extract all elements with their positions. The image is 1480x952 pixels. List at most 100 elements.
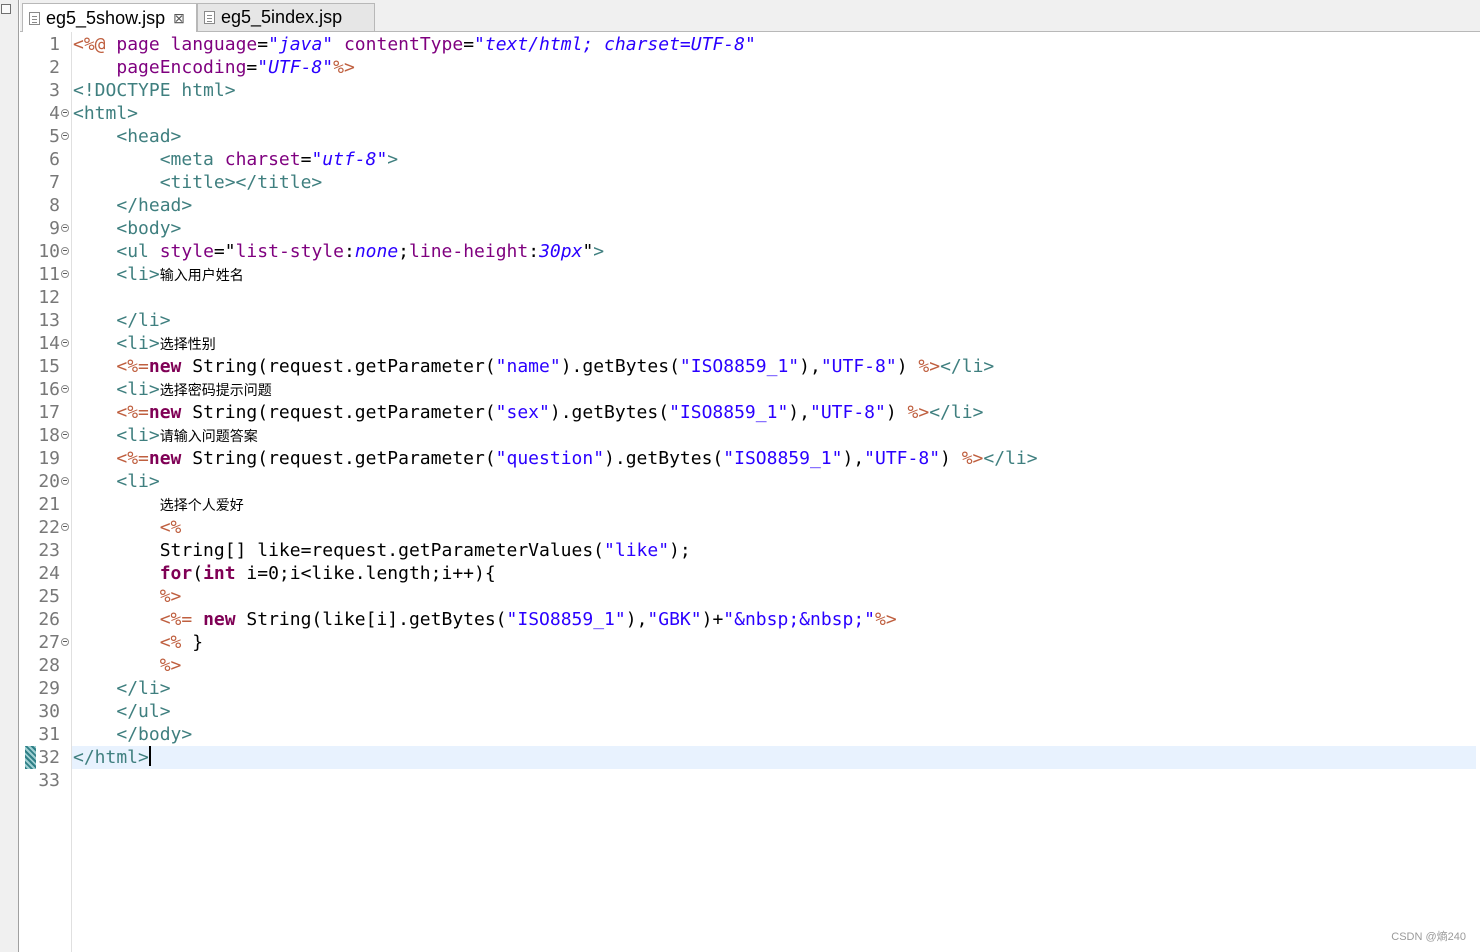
fold-toggle-icon[interactable]	[61, 270, 69, 278]
fold-toggle-icon[interactable]	[61, 109, 69, 117]
code-token-jstr: "sex"	[495, 402, 550, 423]
line-number: 8	[49, 195, 60, 216]
line-number: 1	[49, 34, 60, 55]
code-token-cn: 选择性别	[159, 337, 216, 353]
fold-toggle-icon[interactable]	[61, 224, 69, 232]
code-text: %>	[73, 654, 182, 677]
code-text: <%	[73, 516, 182, 539]
code-token-jstr: "question"	[495, 448, 605, 469]
line-number: 15	[38, 356, 60, 377]
code-token-plain: ).getBytes(	[604, 448, 724, 469]
code-token-jsp: <%=	[159, 609, 193, 630]
line-number: 12	[38, 287, 60, 308]
code-token-plain: String(request.getParameter(	[181, 448, 496, 469]
line-number: 9	[49, 218, 60, 239]
restore-icon[interactable]	[1, 4, 11, 14]
line-number: 6	[49, 149, 60, 170]
code-text: pageEncoding="UTF-8"%>	[73, 56, 354, 79]
code-token-jstr: "name"	[495, 356, 561, 377]
line-number: 14	[38, 333, 60, 354]
tab-eg5-5index[interactable]: eg5_5index.jsp	[197, 3, 375, 31]
code-token-jstr: "UTF-8"	[820, 356, 897, 377]
code-token-tag: <meta	[159, 149, 225, 170]
code-token-jsp: %>	[918, 356, 941, 377]
code-token-kw: for	[159, 563, 193, 584]
code-token-plain: )	[885, 402, 908, 423]
code-token-tag: </html>	[73, 747, 149, 768]
line-number: 28	[38, 655, 60, 676]
line-number: 21	[38, 494, 60, 515]
fold-toggle-icon[interactable]	[61, 339, 69, 347]
line-number: 26	[38, 609, 60, 630]
code-token-plain: )	[940, 448, 962, 469]
code-token-plain: );	[669, 540, 691, 561]
fold-toggle-icon[interactable]	[61, 385, 69, 393]
code-token-plain: String(request.getParameter(	[181, 402, 496, 423]
fold-toggle-icon[interactable]	[61, 523, 69, 531]
code-text: <body>	[73, 217, 181, 240]
tab-label: eg5_5show.jsp	[46, 7, 166, 28]
code-text: <!DOCTYPE html>	[73, 79, 236, 102]
code-token-tag: <li>	[116, 379, 160, 400]
code-token-tag: <li>	[116, 264, 160, 285]
code-token-tag: <html>	[73, 103, 139, 124]
line-number: 16	[38, 379, 60, 400]
code-token-plain: String(request.getParameter(	[181, 356, 496, 377]
fold-toggle-icon[interactable]	[61, 431, 69, 439]
tab-eg5-5show[interactable]: eg5_5show.jsp ⊠	[22, 3, 197, 32]
code-token-str: "UTF-8"	[257, 57, 334, 78]
current-line-highlight	[72, 746, 1476, 769]
close-tab-icon[interactable]: ⊠	[173, 10, 185, 27]
code-token-tag: <li>	[116, 333, 160, 354]
line-number: 29	[38, 678, 60, 699]
code-token-kw: new	[148, 402, 182, 423]
code-token-jsp: <%=	[116, 402, 149, 423]
code-token-plain: ),	[625, 609, 648, 630]
code-token-plain: ),	[799, 356, 821, 377]
code-text: %>	[73, 585, 182, 608]
code-token-tag: </li>	[983, 448, 1038, 469]
line-number: 31	[38, 724, 60, 745]
code-text: <meta charset="utf-8">	[73, 148, 398, 171]
code-token-jstr: "ISO8859_1"	[723, 448, 843, 469]
code-token-attr: contentType	[343, 34, 464, 55]
code-text: <%= new String(like[i].getBytes("ISO8859…	[73, 608, 897, 631]
code-text: <li>选择性别	[73, 332, 216, 357]
code-token-jsp: <%=	[116, 448, 149, 469]
code-token-jstr: "GBK"	[647, 609, 702, 630]
code-token-plain: (	[192, 563, 204, 584]
code-text: <%@ page language="java" contentType="te…	[73, 33, 756, 56]
code-token-cn: 输入用户姓名	[159, 268, 244, 284]
code-editor[interactable]: 1 <%@ page language="java" contentType="t…	[20, 32, 1480, 952]
code-token-plain: =	[463, 34, 475, 55]
code-text: <title></title>	[73, 171, 323, 194]
code-token-tag: <li>	[116, 471, 160, 492]
fold-toggle-icon[interactable]	[61, 247, 69, 255]
code-token-plain: )+	[701, 609, 724, 630]
line-number: 19	[38, 448, 60, 469]
code-text: </li>	[73, 309, 170, 332]
fold-toggle-icon[interactable]	[61, 132, 69, 140]
line-number: 33	[38, 770, 60, 791]
fold-toggle-icon[interactable]	[61, 638, 69, 646]
editor-tab-bar: eg5_5show.jsp ⊠ eg5_5index.jsp	[20, 0, 1480, 32]
code-text: <ul style="list-style:none;line-height:3…	[73, 240, 604, 263]
fold-toggle-icon[interactable]	[61, 477, 69, 485]
code-text: <li>输入用户姓名	[73, 263, 244, 288]
code-token-plain: ).getBytes(	[560, 356, 680, 377]
watermark: CSDN @熵240	[1391, 931, 1466, 943]
code-token-plain: ="	[213, 241, 236, 262]
code-token-tag: <body>	[116, 218, 182, 239]
line-number: 32	[38, 747, 60, 768]
